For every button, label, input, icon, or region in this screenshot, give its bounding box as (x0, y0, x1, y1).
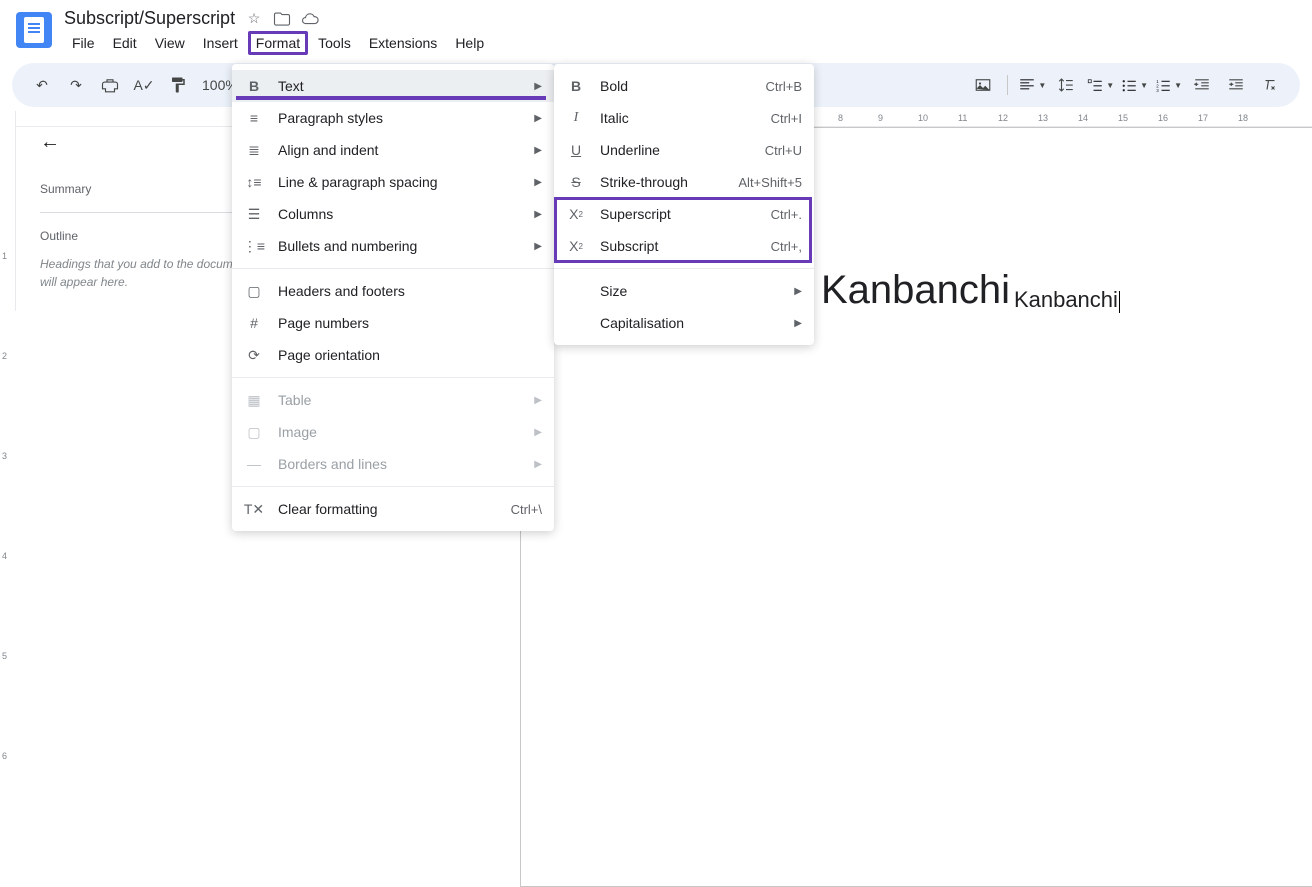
format-align-indent[interactable]: ≣ Align and indent ▶ (232, 134, 554, 166)
subscript-icon: X2 (566, 236, 586, 256)
menu-help[interactable]: Help (447, 31, 492, 55)
align-icon: ≣ (244, 140, 264, 160)
vertical-ruler: 1 2 3 4 5 6 (0, 111, 16, 311)
format-paragraph-styles[interactable]: ≡ Paragraph styles ▶ (232, 102, 554, 134)
redo-button[interactable]: ↷ (62, 71, 90, 99)
paint-format-button[interactable] (164, 71, 192, 99)
format-page-orientation[interactable]: ⟳ Page orientation (232, 339, 554, 371)
format-image[interactable]: ▢ Image ▶ (232, 416, 554, 448)
docs-logo[interactable] (16, 12, 52, 48)
text-bold[interactable]: B Bold Ctrl+B (554, 70, 814, 102)
text-underline[interactable]: U Underline Ctrl+U (554, 134, 814, 166)
format-page-numbers[interactable]: # Page numbers (232, 307, 554, 339)
borders-icon: — (244, 454, 264, 474)
menubar: File Edit View Insert Format Tools Exten… (64, 31, 492, 55)
format-table[interactable]: ▦ Table ▶ (232, 384, 554, 416)
header-footer-icon: ▢ (244, 281, 264, 301)
insert-image-button[interactable] (969, 71, 997, 99)
menu-extensions[interactable]: Extensions (361, 31, 445, 55)
star-icon[interactable]: ☆ (245, 10, 263, 28)
paragraph-icon: ≡ (244, 108, 264, 128)
menu-tools[interactable]: Tools (310, 31, 359, 55)
format-clear-formatting[interactable]: T✕ Clear formatting Ctrl+\ (232, 493, 554, 525)
menu-file[interactable]: File (64, 31, 103, 55)
blank-icon (566, 281, 586, 301)
italic-icon: I (566, 108, 586, 128)
text-submenu: B Bold Ctrl+B I Italic Ctrl+I U Underlin… (554, 64, 814, 345)
text-subscript[interactable]: X2 Subscript Ctrl+, (554, 230, 814, 262)
bold-icon: B (244, 76, 264, 96)
text-italic[interactable]: I Italic Ctrl+I (554, 102, 814, 134)
spellcheck-button[interactable]: A✓ (130, 71, 158, 99)
blank-icon (566, 313, 586, 333)
page-text-subscript: Kanbanchi (1014, 287, 1118, 312)
align-dropdown[interactable]: ▼ (1018, 76, 1046, 94)
format-headers-footers[interactable]: ▢ Headers and footers (232, 275, 554, 307)
spacing-icon: ↕≡ (244, 172, 264, 192)
clear-formatting-button[interactable] (1256, 71, 1284, 99)
text-cursor (1119, 291, 1120, 313)
text-capitalisation[interactable]: Capitalisation ▶ (554, 307, 814, 339)
collapse-outline-button[interactable]: ← (40, 131, 256, 154)
outline-heading: Outline (40, 229, 256, 243)
image-icon: ▢ (244, 422, 264, 442)
cloud-status-icon[interactable] (301, 10, 319, 28)
line-spacing-button[interactable] (1052, 71, 1080, 99)
strikethrough-icon: S (566, 172, 586, 192)
numbered-list-dropdown[interactable]: 123 ▼ (1154, 76, 1182, 94)
format-borders-lines[interactable]: — Borders and lines ▶ (232, 448, 554, 480)
increase-indent-button[interactable] (1222, 71, 1250, 99)
summary-heading: Summary (40, 182, 256, 196)
format-line-spacing[interactable]: ↕≡ Line & paragraph spacing ▶ (232, 166, 554, 198)
superscript-icon: X2 (566, 204, 586, 224)
page-text-main: Kanbanchi (821, 268, 1010, 312)
annotation-underline (236, 96, 546, 100)
underline-icon: U (566, 140, 586, 160)
menu-insert[interactable]: Insert (195, 31, 246, 55)
columns-icon: ☰ (244, 204, 264, 224)
outline-placeholder: Headings that you add to the document wi… (40, 255, 256, 291)
undo-button[interactable]: ↶ (28, 71, 56, 99)
svg-text:3: 3 (1156, 88, 1159, 93)
checklist-dropdown[interactable]: ▼ (1086, 76, 1114, 94)
table-icon: ▦ (244, 390, 264, 410)
move-icon[interactable] (273, 10, 291, 28)
format-dropdown: B Text ▶ ≡ Paragraph styles ▶ ≣ Align an… (232, 64, 554, 531)
text-strikethrough[interactable]: S Strike-through Alt+Shift+5 (554, 166, 814, 198)
text-superscript[interactable]: X2 Superscript Ctrl+. (554, 198, 814, 230)
menu-view[interactable]: View (147, 31, 193, 55)
page-numbers-icon: # (244, 313, 264, 333)
print-button[interactable] (96, 71, 124, 99)
orientation-icon: ⟳ (244, 345, 264, 365)
menu-format[interactable]: Format (248, 31, 308, 55)
clear-format-icon: T✕ (244, 499, 264, 519)
text-size[interactable]: Size ▶ (554, 275, 814, 307)
format-columns[interactable]: ☰ Columns ▶ (232, 198, 554, 230)
bullet-list-dropdown[interactable]: ▼ (1120, 76, 1148, 94)
document-title[interactable]: Subscript/Superscript (64, 8, 235, 29)
menu-edit[interactable]: Edit (105, 31, 145, 55)
format-bullets-numbering[interactable]: ⋮≡ Bullets and numbering ▶ (232, 230, 554, 262)
decrease-indent-button[interactable] (1188, 71, 1216, 99)
bold-icon: B (566, 76, 586, 96)
bullets-icon: ⋮≡ (244, 236, 264, 256)
